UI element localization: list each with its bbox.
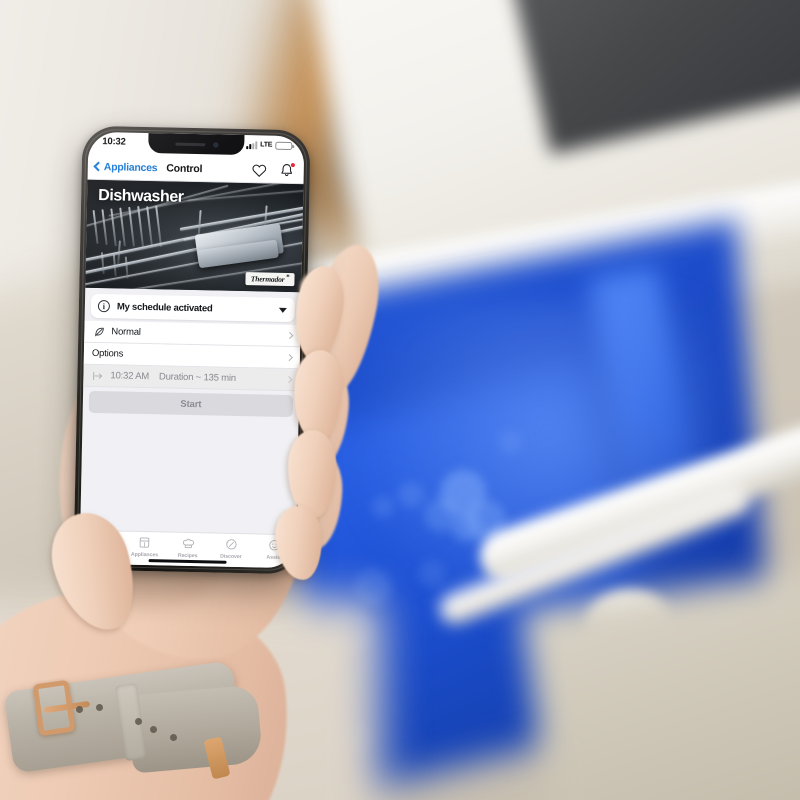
hero-image: Dishwasher Thermador * bbox=[85, 179, 304, 293]
back-button[interactable]: Appliances bbox=[93, 160, 158, 174]
watch-strap-hole bbox=[170, 734, 177, 741]
tab-recipes-label: Recipes bbox=[177, 552, 198, 559]
watch-strap-hole bbox=[76, 706, 83, 713]
info-icon: i bbox=[97, 300, 111, 313]
favorite-button[interactable] bbox=[251, 161, 268, 178]
phone-notch bbox=[148, 133, 245, 156]
schedule-time-row: 10:32 AM Duration ~ 135 min bbox=[83, 364, 300, 392]
chevron-right-icon bbox=[285, 354, 293, 362]
brand-name: Thermador * bbox=[250, 272, 290, 284]
signal-bars-icon bbox=[246, 141, 258, 150]
heart-icon bbox=[252, 164, 267, 177]
appliances-icon bbox=[137, 535, 152, 550]
tab-appliances-label: Appliances bbox=[130, 551, 159, 558]
status-bar-indicators: LTE bbox=[246, 138, 293, 153]
back-button-label: Appliances bbox=[103, 160, 158, 174]
content-empty-space bbox=[80, 413, 298, 534]
chevron-left-icon bbox=[93, 161, 104, 172]
chevron-right-icon bbox=[286, 332, 294, 340]
compass-icon bbox=[223, 537, 238, 552]
notifications-button[interactable] bbox=[278, 162, 296, 179]
network-type-label: LTE bbox=[260, 141, 273, 149]
schedule-status-card[interactable]: i My schedule activated bbox=[90, 293, 296, 323]
earpiece-speaker-icon bbox=[174, 142, 205, 146]
brand-trademark-mark: * bbox=[286, 272, 290, 281]
battery-low-icon bbox=[275, 141, 293, 151]
page-title: Control bbox=[166, 161, 203, 175]
program-label: Normal bbox=[111, 326, 141, 338]
notification-badge bbox=[289, 162, 296, 169]
chef-hat-icon bbox=[180, 536, 195, 551]
status-bar-time: 10:32 bbox=[102, 136, 126, 148]
tab-discover-label: Discover bbox=[220, 553, 242, 560]
schedule-time-label: 10:32 AM bbox=[110, 370, 150, 383]
chevron-right-icon bbox=[285, 376, 293, 384]
options-label: Options bbox=[91, 347, 124, 360]
scene-root: 10:32 LTE Appliances Control Dishwasher … bbox=[0, 0, 800, 800]
watch-strap-hole bbox=[96, 704, 103, 711]
smartphone: 10:32 LTE Appliances Control Dishwasher … bbox=[73, 125, 311, 575]
schedule-status-label: My schedule activated bbox=[116, 300, 213, 314]
watch-band-tail bbox=[126, 684, 264, 774]
leaf-icon bbox=[92, 325, 105, 338]
brand-badge: Thermador * bbox=[245, 271, 295, 287]
tab-appliances[interactable]: Appliances bbox=[123, 535, 167, 558]
timer-icon bbox=[91, 369, 104, 382]
phone-screen: 10:32 LTE Appliances Control Dishwasher … bbox=[79, 131, 305, 569]
status-bar: 10:32 LTE bbox=[88, 131, 305, 159]
front-camera-icon bbox=[212, 141, 218, 147]
brand-name-text: Thermador bbox=[250, 273, 285, 284]
watch-strap-hole bbox=[150, 726, 157, 733]
start-button-label: Start bbox=[180, 398, 202, 410]
tab-recipes[interactable]: Recipes bbox=[166, 536, 210, 559]
chevron-down-icon[interactable] bbox=[278, 307, 287, 313]
appliance-title: Dishwasher bbox=[98, 187, 184, 206]
tab-discover[interactable]: Discover bbox=[209, 536, 253, 560]
schedule-duration-label: Duration ~ 135 min bbox=[158, 371, 237, 384]
watch-strap-hole bbox=[135, 718, 142, 725]
